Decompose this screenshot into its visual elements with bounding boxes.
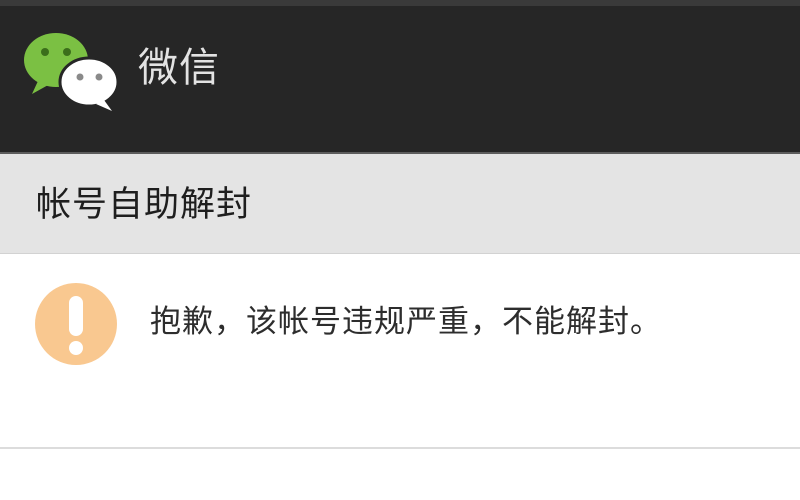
wechat-logo-icon	[24, 33, 120, 111]
warning-icon	[35, 283, 117, 365]
notice-message: 抱歉，该帐号违规严重，不能解封。	[150, 304, 662, 340]
wechat-unban-screen: 微信 帐号自助解封 抱歉，该帐号违规严重，不能解封。	[0, 0, 800, 500]
footer-area	[0, 449, 800, 500]
page-title: 帐号自助解封	[36, 185, 253, 225]
app-title: 微信	[138, 45, 220, 91]
notice-panel	[0, 254, 800, 448]
